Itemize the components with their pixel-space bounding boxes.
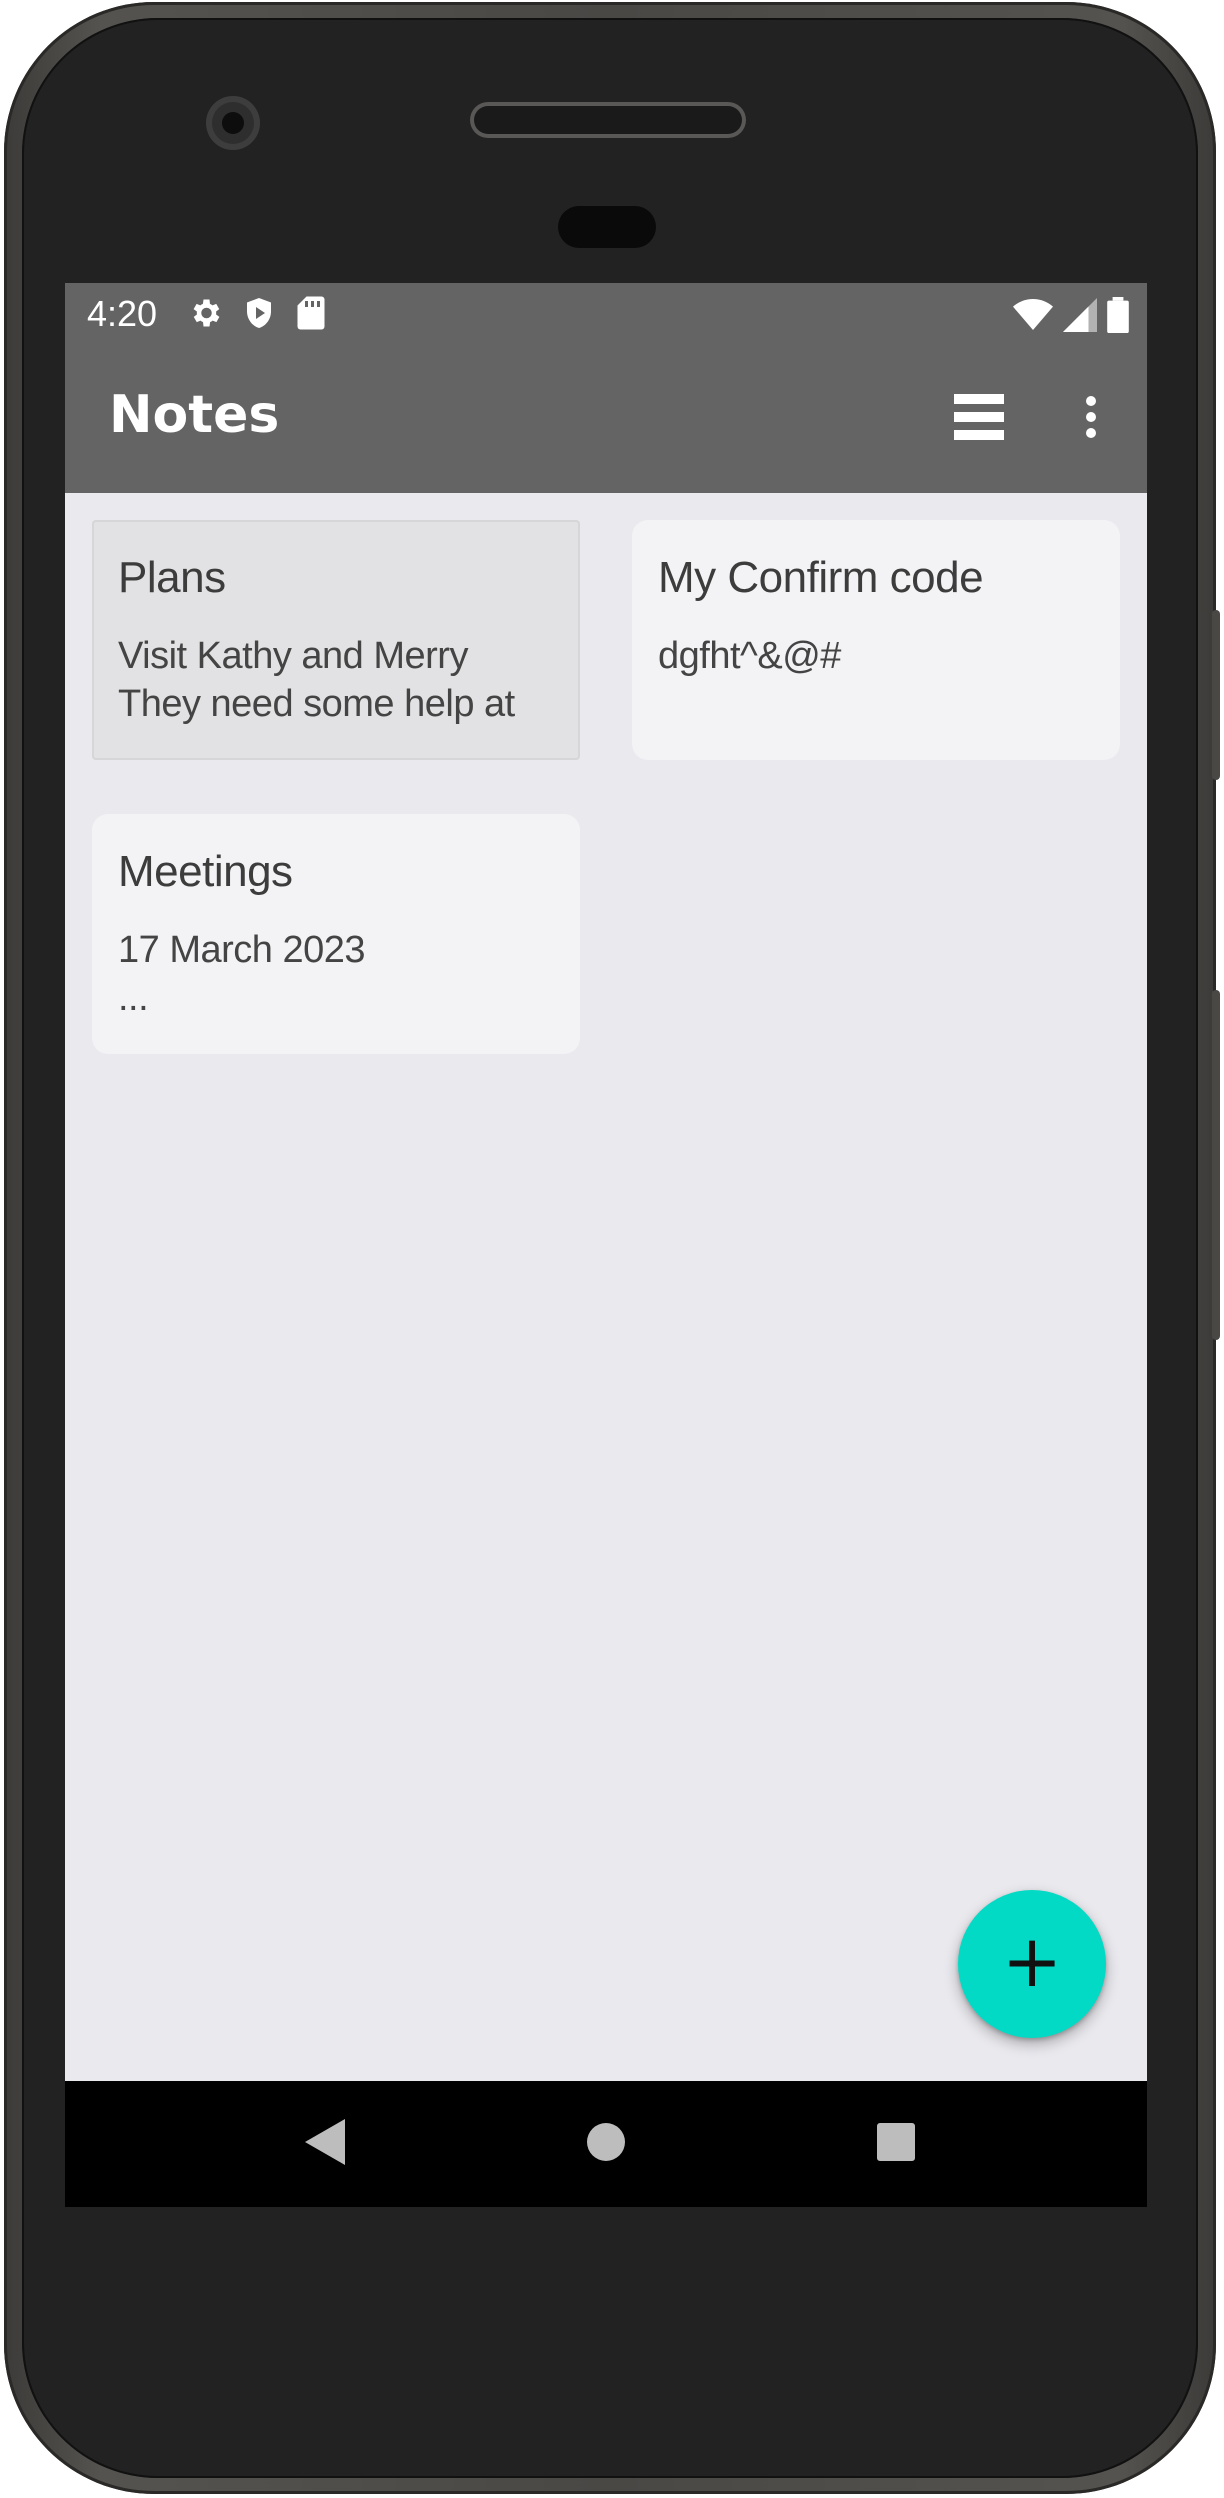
overflow-menu-button[interactable] [1059,387,1123,451]
back-icon [305,2118,345,2170]
cell-signal-icon [1063,298,1097,337]
view-toggle-icon [954,393,1004,445]
battery-icon [1107,297,1129,338]
overflow-menu-icon [1085,395,1097,444]
note-title: My Confirm code [658,553,984,602]
screen: 4:20 Notes Plans Visit Kathy and Merry T… [65,283,1147,2203]
navigation-bar [65,2081,1147,2207]
app-title: Notes [109,385,280,445]
status-icons-right [1013,297,1129,338]
wifi-icon [1013,298,1053,337]
power-button [1212,610,1220,780]
note-card[interactable]: Plans Visit Kathy and Merry They need so… [92,520,580,760]
status-bar: 4:20 [65,283,1147,347]
earpiece-speaker [474,106,742,134]
sd-card-icon [295,295,327,336]
home-button[interactable] [571,2109,641,2179]
note-body: dgfht^&@# [658,635,841,677]
status-time: 4:20 [87,293,158,334]
shield-icon [241,295,277,336]
view-toggle-button[interactable] [947,387,1011,451]
note-body: 17 March 2023 ... [118,929,366,1019]
app-bar: Notes [65,347,1147,493]
plus-icon: + [1001,1919,1063,2003]
add-note-button[interactable]: + [958,1890,1106,2038]
status-icons-left [187,295,327,336]
note-title: Meetings [118,847,293,896]
home-icon [586,2122,626,2167]
volume-button [1212,990,1220,1340]
back-button[interactable] [290,2109,360,2179]
recents-icon [876,2122,916,2167]
note-card[interactable]: My Confirm code dgfht^&@# [632,520,1120,760]
note-title: Plans [118,553,226,602]
recents-button[interactable] [861,2109,931,2179]
front-camera [206,96,260,150]
gear-icon [187,295,223,336]
note-body: Visit Kathy and Merry They need some hel… [118,635,515,725]
proximity-sensor [558,206,656,248]
note-card[interactable]: Meetings 17 March 2023 ... [92,814,580,1054]
